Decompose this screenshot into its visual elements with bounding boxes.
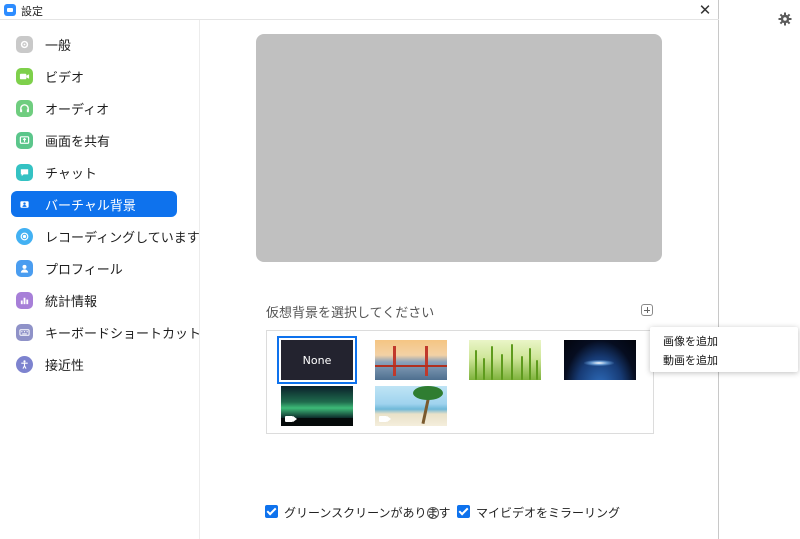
sidebar-item-audio[interactable]: オーディオ — [11, 95, 177, 121]
title-bar: 設定 ✕ — [0, 0, 719, 20]
video-camera-icon — [16, 67, 33, 85]
accessibility-icon — [16, 355, 33, 373]
sidebar-item-virtual-background[interactable]: バーチャル背景 — [11, 191, 177, 217]
background-aurora[interactable] — [281, 386, 353, 426]
profile-icon — [16, 259, 33, 277]
sidebar-item-recording[interactable]: レコーディングしています — [11, 223, 200, 249]
background-grass[interactable] — [469, 340, 541, 380]
background-beach[interactable] — [375, 386, 447, 426]
sidebar-item-label: キーボードショートカット — [45, 326, 202, 342]
background-none-label: None — [302, 353, 332, 367]
video-badge-icon — [379, 416, 391, 422]
sidebar-item-accessibility[interactable]: 接近性 — [11, 351, 177, 377]
video-preview — [256, 34, 662, 262]
virtual-background-icon — [16, 195, 33, 213]
chat-bubble-icon — [16, 163, 33, 181]
background-golden-gate-bridge[interactable] — [375, 340, 447, 380]
add-background-menu: 画像を追加 動画を追加 — [650, 327, 798, 372]
sidebar-item-statistics[interactable]: 統計情報 — [11, 287, 177, 313]
sidebar-item-label: 画面を共有 — [45, 134, 111, 150]
settings-sidebar: 一般 ビデオ オーディオ 画面を共有 チャット バーチャル背景 レコーディングし… — [0, 20, 201, 539]
add-background-button[interactable] — [641, 304, 653, 316]
video-badge-icon — [285, 416, 297, 422]
share-screen-icon — [16, 131, 33, 149]
sidebar-item-label: 統計情報 — [45, 294, 98, 310]
help-icon[interactable]: ? — [427, 507, 439, 519]
sidebar-item-label: オーディオ — [45, 102, 110, 118]
background-earth-from-space[interactable] — [564, 340, 636, 380]
mirror-video-checkbox[interactable] — [457, 505, 470, 518]
gear-icon[interactable] — [778, 12, 792, 26]
close-icon[interactable]: ✕ — [697, 0, 713, 20]
settings-window: 設定 ✕ 一般 ビデオ オーディオ 画面を共有 チャット バーチャル背景 レコー… — [0, 0, 719, 539]
sidebar-item-video[interactable]: ビデオ — [11, 63, 177, 89]
choose-background-label: 仮想背景を選択してください — [266, 306, 435, 321]
gear-icon — [16, 35, 33, 53]
headphones-icon — [16, 99, 33, 117]
sidebar-item-label: ビデオ — [45, 70, 85, 86]
sidebar-item-chat[interactable]: チャット — [11, 159, 177, 185]
sidebar-item-keyboard-shortcuts[interactable]: キーボードショートカット — [11, 319, 201, 345]
background-none[interactable]: None — [277, 336, 357, 384]
sidebar-item-label: バーチャル背景 — [45, 198, 136, 214]
sidebar-item-general[interactable]: 一般 — [11, 31, 177, 57]
sidebar-item-share-screen[interactable]: 画面を共有 — [11, 127, 177, 153]
sidebar-item-label: チャット — [45, 166, 97, 182]
sidebar-item-profile[interactable]: プロフィール — [11, 255, 177, 281]
green-screen-label: グリーンスクリーンがあります — [284, 506, 451, 520]
statistics-icon — [16, 291, 33, 309]
zoom-app-icon — [4, 4, 16, 16]
menu-item-add-video[interactable]: 動画を追加 — [663, 352, 718, 368]
background-gallery: None — [266, 330, 654, 434]
window-title: 設定 — [21, 5, 43, 18]
menu-item-add-image[interactable]: 画像を追加 — [663, 333, 718, 349]
keyboard-icon — [16, 323, 33, 341]
sidebar-item-label: 接近性 — [45, 358, 85, 374]
sidebar-item-label: 一般 — [45, 38, 72, 54]
green-screen-checkbox[interactable] — [265, 505, 278, 518]
sidebar-item-label: プロフィール — [45, 262, 123, 278]
record-icon — [16, 227, 33, 245]
sidebar-item-label: レコーディングしています — [45, 230, 200, 246]
mirror-video-label: マイビデオをミラーリング — [476, 506, 621, 520]
